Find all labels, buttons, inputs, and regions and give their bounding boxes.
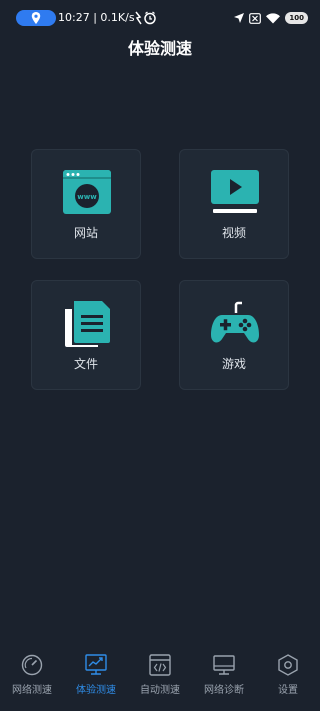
location-pin-icon [31, 12, 41, 24]
svg-text:www: www [77, 193, 97, 201]
battery-icon: 100 [285, 12, 308, 24]
nav-label: 网络诊断 [204, 685, 244, 696]
nav-label: 自动测速 [140, 685, 180, 696]
nav-item-experience-speed[interactable]: 体验测速 [64, 646, 128, 700]
bolt-icon [135, 11, 142, 25]
bottom-nav: 网络测速 体验测速 自动测速 网络诊断 设置 [0, 646, 320, 700]
nav-item-network-speed[interactable]: 网络测速 [0, 646, 64, 700]
website-label: 网站 [73, 226, 98, 240]
status-time-speed: 10:27 | 0.1K/s [58, 11, 135, 24]
location-pill[interactable] [16, 10, 56, 26]
wifi-icon [266, 12, 281, 23]
monitor-icon [213, 655, 235, 675]
sim-x-icon [249, 12, 262, 24]
nav-label: 设置 [278, 685, 298, 696]
video-play-icon [211, 170, 259, 213]
page-title: 体验测速 [127, 39, 192, 58]
alarm-icon [135, 11, 156, 25]
video-test-card[interactable]: 视频 [179, 149, 289, 259]
game-test-card[interactable]: 游戏 [179, 280, 289, 390]
www-browser-icon: www [63, 170, 111, 214]
code-window-icon [149, 654, 171, 676]
chart-monitor-icon [85, 654, 107, 675]
nav-item-network-diagnosis[interactable]: 网络诊断 [192, 646, 256, 700]
nav-label: 体验测速 [76, 685, 116, 696]
website-test-card[interactable]: www 网站 [31, 149, 141, 259]
game-label: 游戏 [221, 357, 246, 371]
status-icons: 100 [234, 10, 308, 26]
video-label: 视频 [221, 226, 246, 240]
navigation-arrow-icon [234, 13, 245, 23]
nav-label: 网络测速 [12, 685, 52, 696]
gamepad-icon [211, 301, 259, 343]
status-bar: 10:27 | 0.1K/s 100 [0, 0, 320, 36]
home-indicator [0, 703, 320, 711]
hexagon-settings-icon [278, 654, 298, 676]
nav-item-settings[interactable]: 设置 [256, 646, 320, 700]
file-label: 文件 [73, 357, 98, 371]
speedometer-icon [21, 654, 43, 676]
nav-item-auto-speed[interactable]: 自动测速 [128, 646, 192, 700]
document-icon [65, 301, 110, 347]
file-test-card[interactable]: 文件 [31, 280, 141, 390]
